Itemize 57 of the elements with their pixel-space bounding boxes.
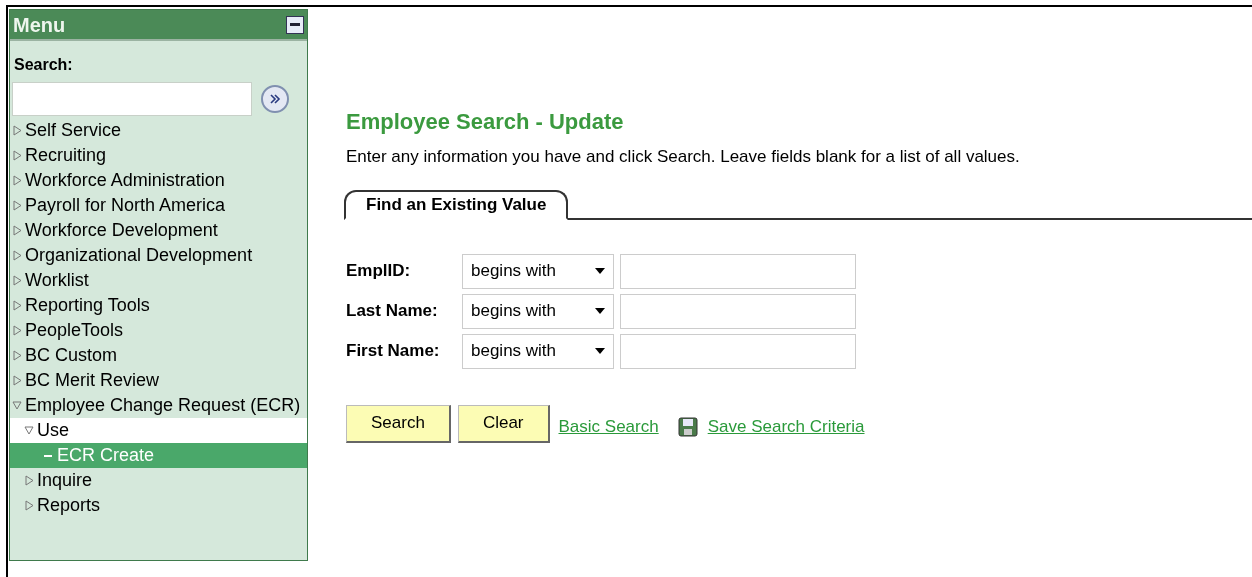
double-chevron-icon [269,93,281,105]
menu-item[interactable]: Use [10,418,307,443]
field-label: Last Name: [346,300,439,323]
instructions-text: Enter any information you have and click Search. Leave fields blank for a list of all values. [346,146,1021,168]
value-field[interactable] [620,253,856,289]
operator-dropdown[interactable]: begins with [462,333,614,369]
dash-icon [44,455,52,457]
collapse-button[interactable] [286,15,304,34]
link[interactable]: Basic Search [558,413,659,440]
triangle-right-icon [12,325,22,336]
triangle-right-icon [12,150,22,161]
operator-dropdown[interactable]: begins with [462,293,614,329]
menu-item[interactable]: BC Custom [10,343,307,368]
caret-down-icon [595,308,605,314]
triangle-right-icon [12,175,22,186]
menu-item[interactable]: Inquire [10,468,307,493]
menu-item[interactable]: Employee Change Request (ECR) [10,393,307,418]
save-icon [677,416,698,437]
menu-item[interactable]: Workforce Administration [10,168,307,193]
link[interactable]: Save Search Criteria [707,413,865,440]
value-field[interactable] [620,293,856,329]
menu-item[interactable]: Organizational Development [10,243,307,268]
menu-item[interactable]: Workforce Development [10,218,307,243]
operator-dropdown[interactable]: begins with [462,253,614,289]
triangle-right-icon [12,350,22,361]
triangle-right-icon [24,475,34,486]
field-label: First Name: [346,340,441,363]
triangle-right-icon [12,375,22,386]
triangle-right-icon [12,125,22,136]
menu-item[interactable]: Worklist [10,268,307,293]
triangle-down-icon [24,425,34,436]
triangle-right-icon [12,250,22,261]
triangle-right-icon [24,500,34,511]
field-label: EmplID: [346,260,412,283]
triangle-right-icon [12,225,22,236]
page-title: Employee Search - Update [346,108,625,136]
menu-item[interactable]: BC Merit Review [10,368,307,393]
menu-search-field[interactable] [12,82,252,116]
menu-item[interactable]: Reporting Tools [10,293,307,318]
value-field[interactable] [620,333,856,369]
go-button[interactable] [261,85,289,113]
caret-down-icon [595,348,605,354]
tab[interactable]: Find an Existing Value [344,189,569,220]
triangle-right-icon [12,200,22,211]
menu-title: Menu [13,12,66,38]
action-button[interactable]: Search [346,404,451,443]
search-label: Search: [14,55,74,75]
action-button[interactable]: Clear [457,404,550,443]
triangle-right-icon [12,275,22,286]
menu-item[interactable]: Reports [10,493,307,518]
menu-item[interactable]: Recruiting [10,143,307,168]
caret-down-icon [595,268,605,274]
menu-item[interactable]: PeopleTools [10,318,307,343]
menu-item[interactable]: Self Service [10,118,307,143]
triangle-right-icon [12,300,22,311]
triangle-down-icon [12,400,22,411]
menu-item[interactable]: Payroll for North America [10,193,307,218]
